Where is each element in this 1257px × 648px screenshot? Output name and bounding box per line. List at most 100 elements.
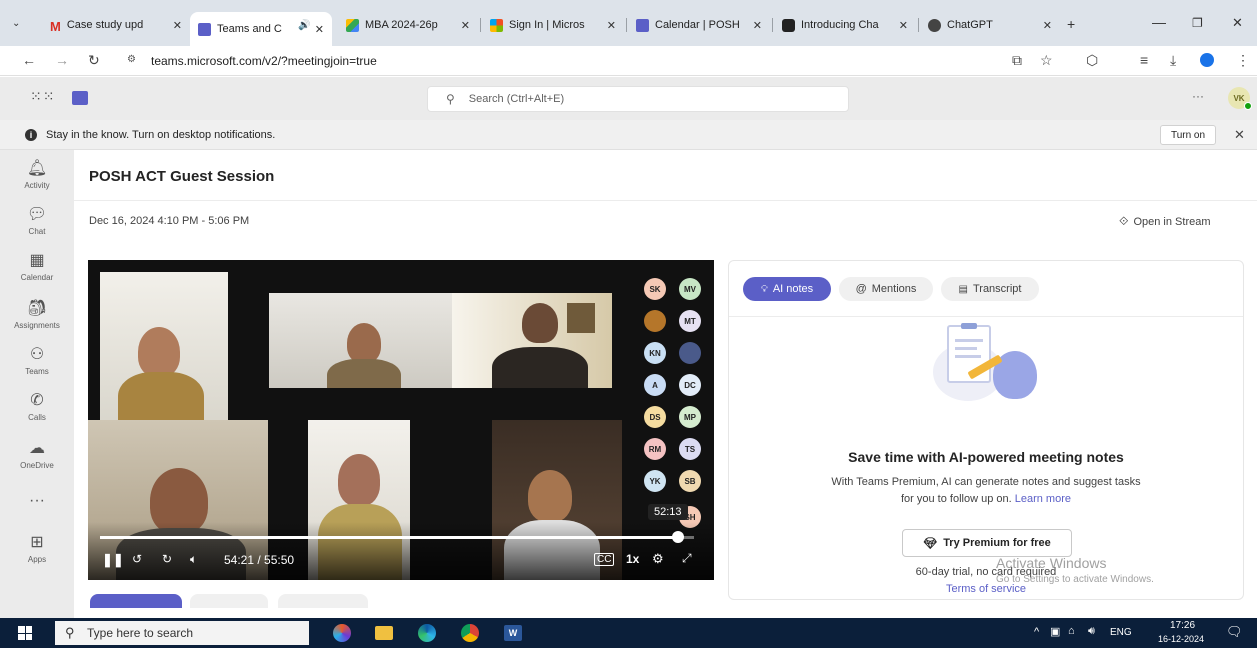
learn-more-link[interactable]: Learn more: [1015, 493, 1071, 505]
tab-transcript[interactable]: ▤ Transcript: [941, 277, 1039, 301]
browser-tab[interactable]: Calendar | POSH ✕: [628, 12, 770, 38]
file-explorer-icon[interactable]: [375, 626, 393, 640]
close-icon[interactable]: ✕: [601, 19, 616, 32]
reload-icon[interactable]: ↻: [88, 52, 100, 69]
rail-item-more[interactable]: ···: [0, 492, 74, 513]
tab-mentions[interactable]: @ Mentions: [839, 277, 933, 301]
extensions-icon[interactable]: ⬡: [1086, 52, 1098, 69]
url-text: teams.microsoft.com/v2/?meetingjoin=true: [151, 54, 377, 68]
more-options-icon[interactable]: ···: [1192, 89, 1204, 103]
rail-item-assignments[interactable]: 🎒︎ Assignments: [0, 300, 74, 330]
search-placeholder: Search (Ctrl+Alt+E): [468, 93, 565, 105]
seek-bar[interactable]: [100, 531, 694, 543]
restore-icon[interactable]: ❐: [1192, 16, 1203, 30]
fullscreen-icon[interactable]: ⤢: [682, 551, 692, 566]
tray-overflow-icon[interactable]: ^: [1034, 626, 1039, 638]
browser-tab[interactable]: Introducing Cha ✕: [774, 12, 916, 38]
phone-icon: ✆: [30, 392, 44, 409]
search-input[interactable]: ⚲ Search (Ctrl+Alt+E): [427, 86, 849, 112]
openai-icon: [782, 18, 795, 32]
dismiss-icon[interactable]: ✕: [1234, 127, 1245, 143]
close-icon[interactable]: ✕: [747, 19, 762, 32]
recap-tab[interactable]: [190, 594, 268, 608]
notification-center-icon[interactable]: 🗨︎: [1226, 624, 1243, 640]
forward-icon[interactable]: →: [55, 52, 69, 68]
try-premium-button[interactable]: 💎︎ Try Premium for free: [902, 529, 1072, 557]
browser-tab-active[interactable]: Teams and C 🔊 ✕: [190, 12, 332, 46]
close-icon[interactable]: ✕: [167, 19, 182, 32]
bell-icon: 🔔︎: [26, 160, 48, 177]
teams-icon: [198, 22, 211, 36]
back-icon[interactable]: ←: [22, 52, 36, 68]
app-rail: 🔔︎ Activity 💬︎ Chat ▦ Calendar 🎒︎ Assignment…: [0, 150, 74, 618]
taskbar-search-input[interactable]: ⚲ Type here to search: [55, 621, 309, 645]
address-bar[interactable]: ⚙ teams.microsoft.com/v2/?meetingjoin=tr…: [113, 49, 1013, 73]
rail-item-activity[interactable]: 🔔︎ Activity: [0, 160, 74, 190]
chrome-icon[interactable]: [461, 624, 479, 642]
browser-tab[interactable]: MBA 2024-26p ✕: [338, 12, 478, 38]
forward-10-icon[interactable]: ↻: [162, 552, 172, 566]
browser-tab[interactable]: ChatGPT ✕: [920, 12, 1060, 38]
pause-icon[interactable]: ❚❚: [102, 552, 124, 568]
microsoft-icon: [490, 18, 503, 32]
participant-avatar: YK: [644, 470, 666, 492]
clock-date[interactable]: 16-12-2024: [1158, 634, 1204, 644]
language-indicator[interactable]: ENG: [1110, 627, 1132, 638]
terms-of-service-link[interactable]: Terms of service: [729, 583, 1243, 595]
captions-icon[interactable]: CC: [594, 553, 615, 566]
speaker-icon[interactable]: 🔊︎: [1088, 625, 1095, 638]
browser-tab[interactable]: M Case study upd ✕: [42, 12, 190, 38]
more-apps-icon: ···: [29, 492, 45, 509]
browser-tab[interactable]: Sign In | Micros ✕: [482, 12, 624, 38]
edge-icon[interactable]: [418, 624, 436, 642]
close-icon[interactable]: ✕: [893, 19, 908, 32]
window-close-icon[interactable]: ✕: [1232, 15, 1243, 31]
volume-icon[interactable]: 🔈︎: [190, 552, 197, 567]
tab-search-icon[interactable]: ⌄: [12, 18, 20, 29]
rail-item-apps[interactable]: ⊞ Apps: [0, 534, 74, 564]
rail-item-onedrive[interactable]: ☁︎ OneDrive: [0, 440, 74, 470]
rewind-10-icon[interactable]: ↺: [132, 552, 142, 566]
download-icon[interactable]: ⤓: [1170, 52, 1176, 69]
profile-icon[interactable]: [1200, 53, 1214, 67]
turn-on-button[interactable]: Turn on: [1160, 125, 1216, 145]
browser-menu-icon[interactable]: ⋮: [1236, 52, 1250, 69]
close-icon[interactable]: ✕: [455, 19, 470, 32]
windows-start-icon[interactable]: [18, 626, 32, 640]
recap-tab[interactable]: [278, 594, 368, 608]
participant-avatar: MT: [679, 310, 701, 332]
open-in-stream-button[interactable]: ⟐ Open in Stream: [1119, 214, 1211, 229]
close-icon[interactable]: ✕: [1003, 19, 1052, 32]
install-app-icon[interactable]: ⧉: [1012, 52, 1022, 69]
clock-time[interactable]: 17:26: [1170, 620, 1195, 631]
tray-app-icon[interactable]: ▣: [1050, 625, 1060, 638]
ai-notes-description-line1: With Teams Premium, AI can generate note…: [831, 476, 1141, 488]
seek-handle[interactable]: [671, 531, 684, 543]
site-info-icon[interactable]: ⚙: [127, 54, 136, 65]
minimize-icon[interactable]: —: [1152, 14, 1166, 30]
user-avatar[interactable]: VK: [1228, 87, 1252, 110]
rail-item-chat[interactable]: 💬︎ Chat: [0, 206, 74, 236]
reading-list-icon[interactable]: ≡: [1140, 52, 1148, 68]
app-launcher-icon[interactable]: ⁙⁙: [30, 88, 55, 105]
word-icon[interactable]: W: [504, 625, 522, 641]
playback-speed-button[interactable]: 1x: [626, 552, 639, 566]
new-tab-icon[interactable]: +: [1067, 16, 1075, 32]
recap-tab-active[interactable]: [90, 594, 182, 608]
video-tile: [452, 293, 612, 388]
settings-gear-icon[interactable]: ⚙: [652, 551, 664, 567]
tab-ai-notes[interactable]: 💡︎ AI notes: [743, 277, 831, 301]
bookmark-star-icon[interactable]: ☆: [1040, 52, 1053, 69]
chatgpt-icon: [928, 18, 941, 32]
copilot-icon[interactable]: [333, 624, 351, 642]
rail-item-teams[interactable]: ⚇ Teams: [0, 346, 74, 376]
avatar-initials: VK: [1233, 93, 1245, 103]
rail-item-calendar[interactable]: ▦ Calendar: [0, 252, 74, 282]
rail-item-calls[interactable]: ✆ Calls: [0, 392, 74, 422]
recording-player[interactable]: SK MV MT KN A DC DS MP RM TS YK SB SH 52…: [88, 260, 714, 580]
audio-playing-icon[interactable]: 🔊: [298, 20, 310, 31]
close-icon[interactable]: ✕: [309, 23, 324, 36]
windows-taskbar: ⚲ Type here to search W ^ ▣ ⌂ 🔊︎ ENG 17:…: [0, 618, 1257, 648]
activation-watermark-title: Activate Windows: [996, 555, 1107, 571]
network-icon[interactable]: ⌂: [1068, 625, 1075, 637]
